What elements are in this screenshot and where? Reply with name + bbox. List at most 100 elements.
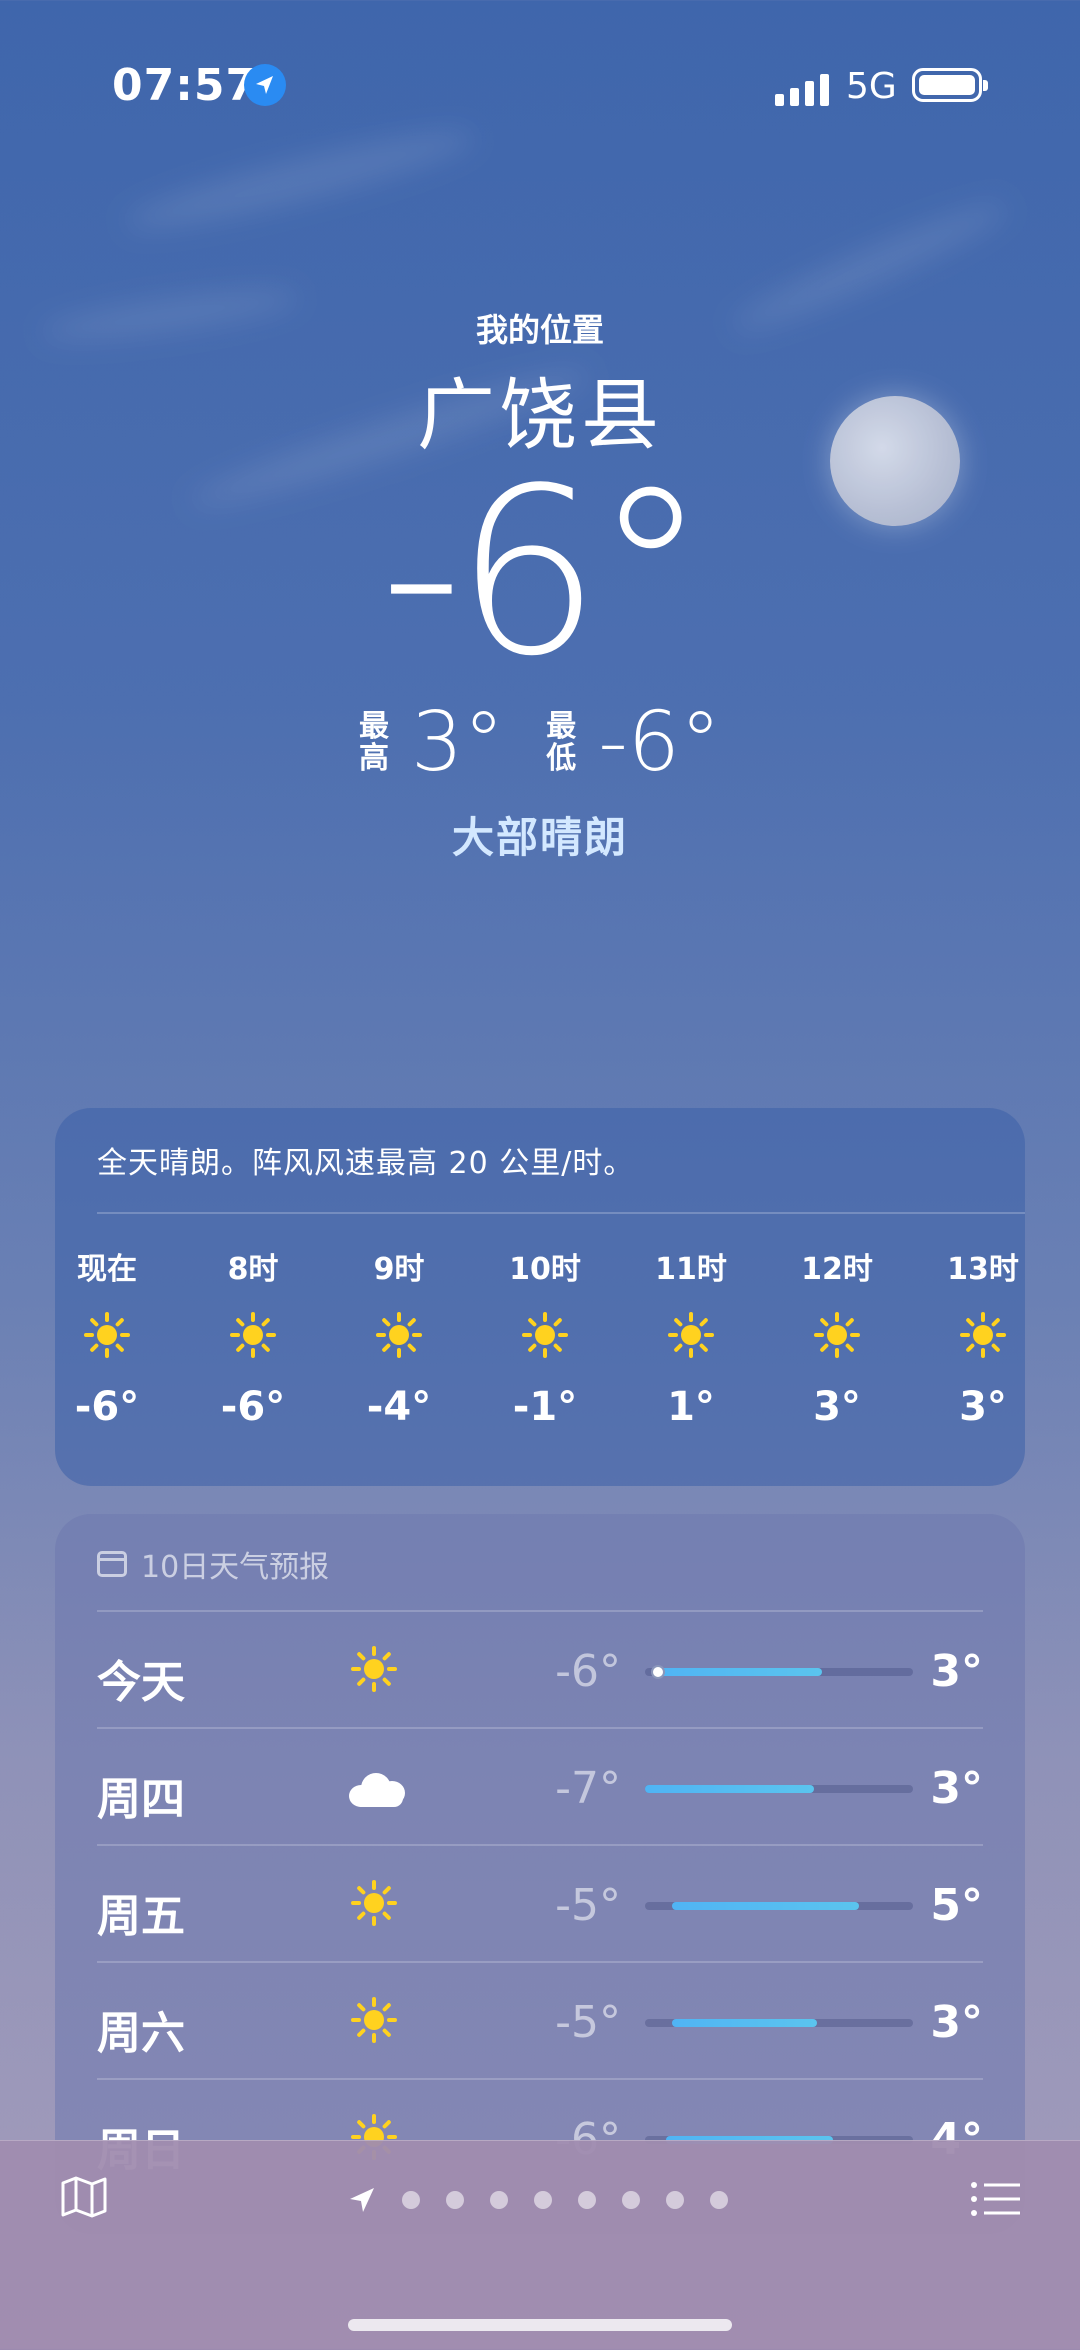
day-label: 周六	[97, 2008, 185, 2059]
day-high: 3°	[930, 1763, 983, 1814]
page-dot[interactable]	[490, 2191, 508, 2209]
hour-icon	[520, 1310, 570, 1360]
hour-label: 10时	[509, 1252, 581, 1287]
day-icon	[349, 1644, 399, 1694]
condition-text: 大部晴朗	[451, 813, 628, 862]
hour-icon	[666, 1310, 716, 1360]
current-temperature: -6°	[379, 440, 708, 707]
day-label: 今天	[97, 1657, 185, 1708]
hourly-item: 11时 1°	[631, 1244, 751, 1430]
day-high: 3°	[930, 1997, 983, 2048]
day-label: 周四	[97, 1774, 185, 1825]
weather-header: 我的位置 广饶县 -6° 最 高 3° 最 低 -6° 大部晴朗	[0, 305, 1080, 865]
hour-label: 9时	[373, 1252, 425, 1287]
hour-label: 8时	[227, 1252, 279, 1287]
hour-temperature: -1°	[512, 1384, 578, 1430]
day-icon	[349, 1771, 405, 1807]
sun-icon	[349, 1644, 399, 1694]
home-indicator[interactable]	[348, 2319, 732, 2331]
day-low: -7°	[555, 1763, 621, 1814]
hour-label: 11时	[655, 1252, 727, 1287]
divider	[97, 1212, 1025, 1214]
hourly-item: 10时 -1°	[485, 1244, 605, 1430]
battery-icon	[912, 68, 988, 102]
cellular-signal-icon	[775, 72, 829, 106]
low-label: 最 低	[546, 708, 577, 776]
ten-day-title: 10日天气预报	[141, 1550, 330, 1585]
ten-day-header: 10日天气预报	[97, 1542, 329, 1586]
cloud-streak	[120, 117, 480, 243]
low-temperature: -6°	[598, 695, 721, 790]
temperature-range-fill	[671, 1902, 860, 1910]
temperature-range-fill	[671, 2019, 817, 2027]
page-dot[interactable]	[402, 2191, 420, 2209]
hour-icon	[812, 1310, 862, 1360]
bottom-toolbar	[0, 2140, 1080, 2350]
temperature-range-bar	[645, 1902, 913, 1910]
day-low: -5°	[555, 1997, 621, 2048]
hourly-item: 9时 -4°	[339, 1244, 459, 1430]
hour-icon	[228, 1310, 278, 1360]
page-dot[interactable]	[666, 2191, 684, 2209]
network-type: 5G	[846, 66, 897, 107]
temperature-range-fill	[658, 1668, 822, 1676]
location-label: 我的位置	[475, 311, 604, 349]
sun-icon	[228, 1310, 278, 1360]
hourly-summary: 全天晴朗。阵风风速最高 20 公里/时。	[97, 1146, 635, 1181]
sun-icon	[812, 1310, 862, 1360]
temperature-range-bar	[645, 1785, 913, 1793]
hourly-item: 13时 3°	[923, 1244, 1025, 1430]
day-icon	[349, 1878, 399, 1928]
hour-temperature: -6°	[74, 1384, 140, 1430]
day-icon	[349, 1995, 399, 2045]
hour-icon	[374, 1310, 424, 1360]
high-low: 最 高 3° 最 低 -6°	[0, 695, 1080, 790]
hour-temperature: 3°	[813, 1384, 861, 1430]
sun-icon	[374, 1310, 424, 1360]
location-arrow-icon	[348, 2186, 376, 2214]
temperature-range-bar	[645, 2019, 913, 2027]
hour-icon	[82, 1310, 132, 1360]
calendar-icon	[97, 1551, 127, 1577]
daily-row[interactable]: 周六 -5° 3°	[97, 1961, 983, 2079]
hour-label: 现在	[77, 1252, 137, 1287]
sun-icon	[349, 1995, 399, 2045]
day-label: 周五	[97, 1891, 185, 1942]
daily-row[interactable]: 周五 -5° 5°	[97, 1844, 983, 1962]
hour-label: 12时	[801, 1252, 873, 1287]
page-indicator[interactable]	[348, 2186, 728, 2214]
cloud-icon	[349, 1771, 405, 1807]
hour-icon	[958, 1310, 1008, 1360]
hour-temperature: -4°	[366, 1384, 432, 1430]
page-dot[interactable]	[446, 2191, 464, 2209]
sun-icon	[82, 1310, 132, 1360]
map-icon[interactable]	[60, 2175, 108, 2219]
day-low: -6°	[555, 1646, 621, 1697]
hour-temperature: -6°	[220, 1384, 286, 1430]
high-temperature: 3°	[411, 695, 505, 790]
ten-day-forecast-card[interactable]: 10日天气预报 今天-6°3°周四-7°3°周五-5°5°周六-5°3°周日-6…	[55, 1514, 1025, 2234]
hour-label: 13时	[947, 1252, 1019, 1287]
city-list-icon[interactable]	[970, 2181, 1022, 2217]
high-label: 最 高	[359, 708, 390, 776]
page-dot[interactable]	[622, 2191, 640, 2209]
daily-row[interactable]: 今天 -6° 3°	[97, 1610, 983, 1728]
hourly-item: 12时 3°	[777, 1244, 897, 1430]
day-high: 5°	[930, 1880, 983, 1931]
hourly-forecast-card[interactable]: 全天晴朗。阵风风速最高 20 公里/时。 现在 -6° 8时 -6° 9时 -4° 10时 -…	[55, 1108, 1025, 1486]
day-high: 3°	[930, 1646, 983, 1697]
hour-temperature: 3°	[959, 1384, 1007, 1430]
hour-temperature: 1°	[667, 1384, 715, 1430]
current-temperature-dot	[651, 1665, 666, 1679]
temperature-range-bar	[645, 1665, 913, 1679]
daily-row[interactable]: 周四 -7° 3°	[97, 1727, 983, 1845]
page-dot[interactable]	[578, 2191, 596, 2209]
sun-icon	[520, 1310, 570, 1360]
status-time: 07:57	[112, 60, 258, 111]
sun-icon	[666, 1310, 716, 1360]
page-dot[interactable]	[534, 2191, 552, 2209]
hourly-item: 8时 -6°	[193, 1244, 313, 1430]
sun-icon	[958, 1310, 1008, 1360]
status-bar: 07:57 5G	[0, 60, 1080, 120]
page-dot[interactable]	[710, 2191, 728, 2209]
